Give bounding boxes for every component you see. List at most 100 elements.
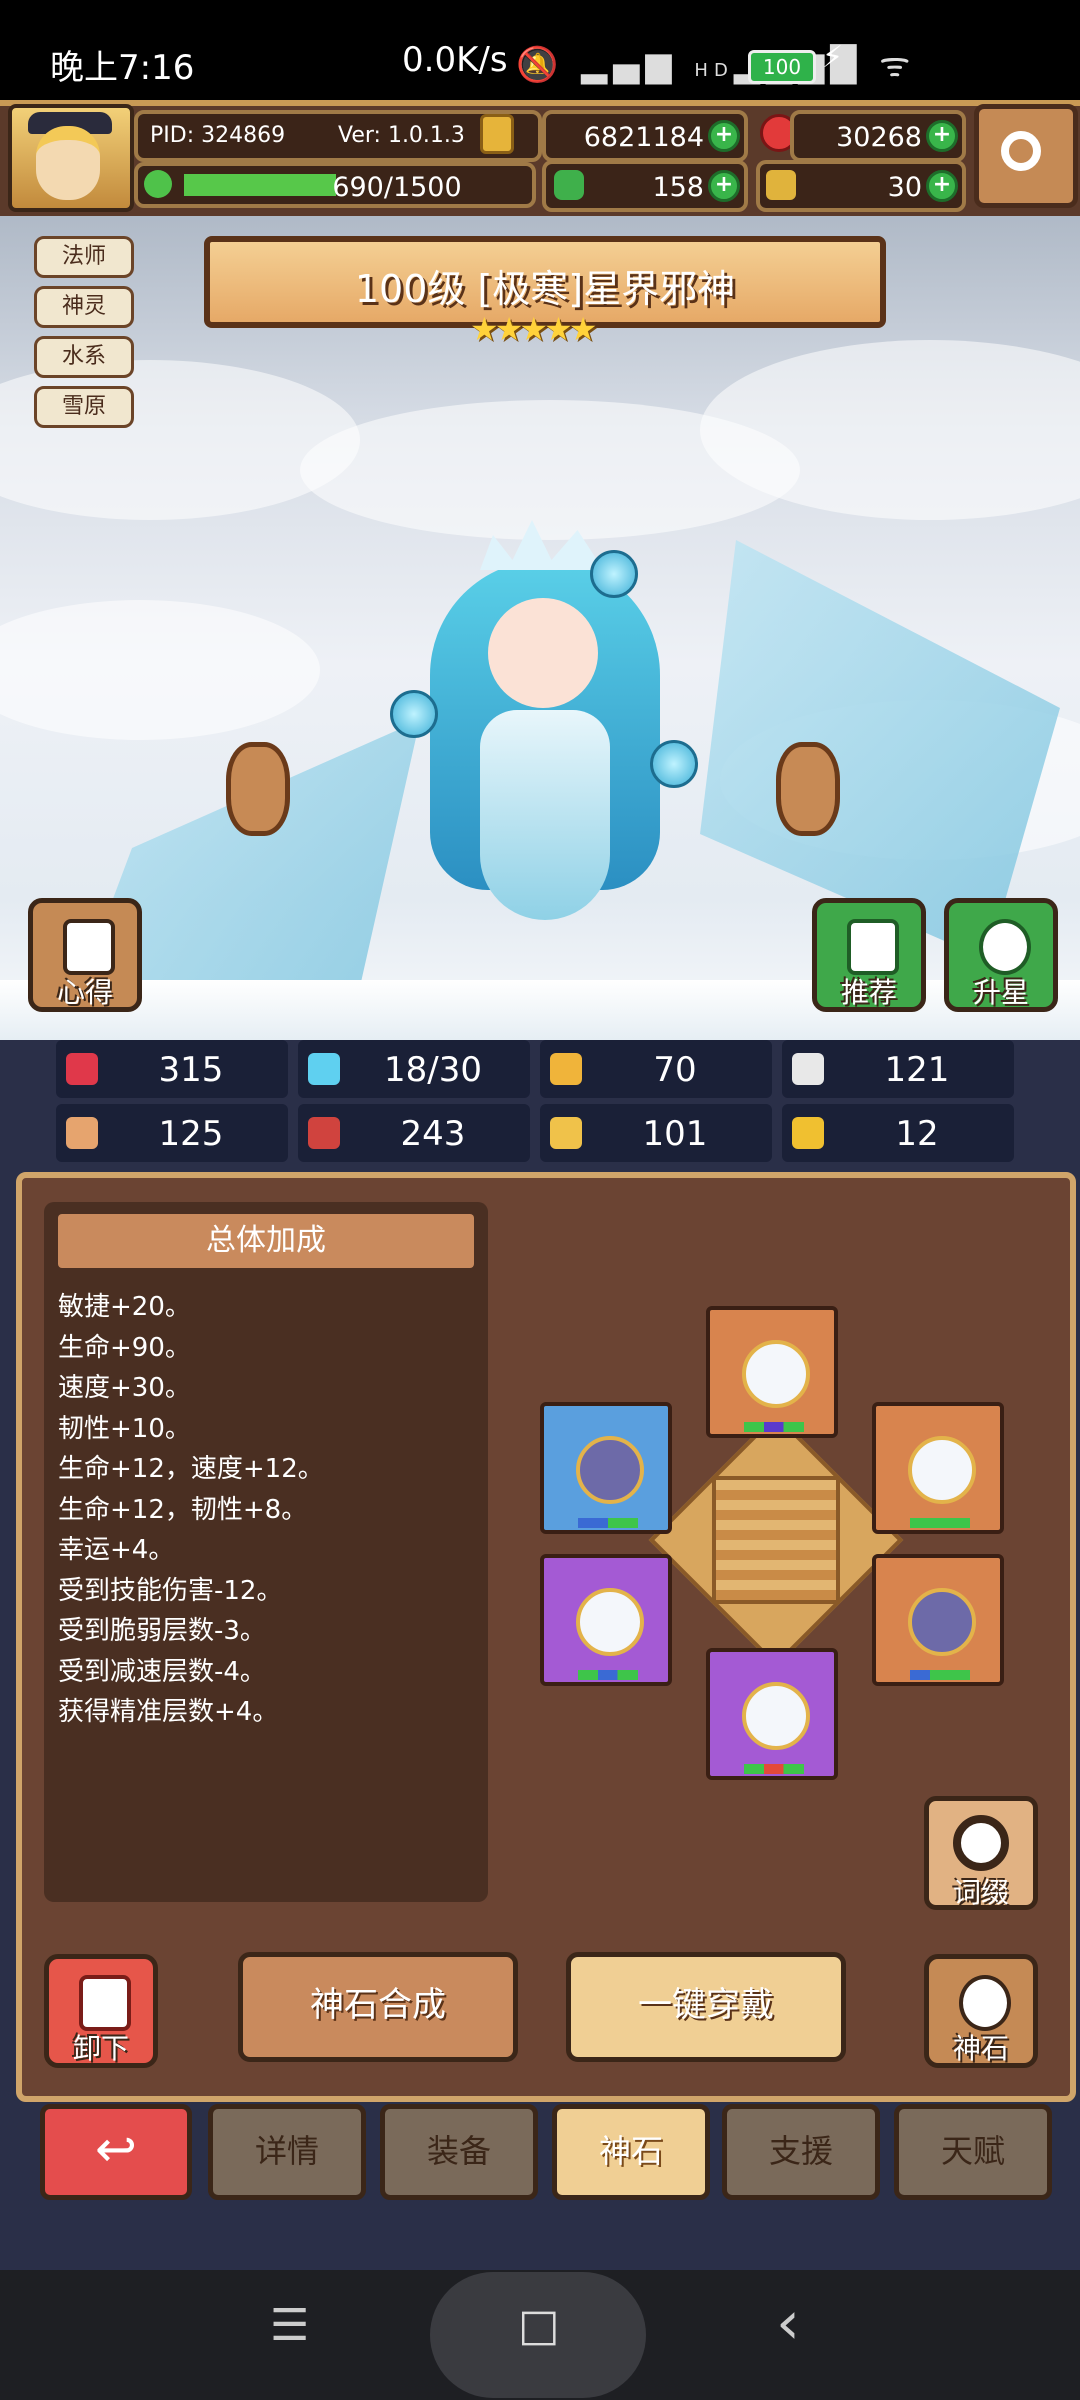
tab-support[interactable]: 支援 — [722, 2104, 880, 2200]
clover-value: 158 — [652, 172, 704, 203]
add-gem-icon[interactable]: + — [926, 120, 958, 152]
exp-bar: 690/1500 — [134, 162, 536, 208]
bonus-line: 敏捷+20。 — [58, 1292, 191, 1322]
tag-class: 法师 — [34, 236, 134, 278]
back-button[interactable]: ↩ — [40, 2104, 192, 2200]
key-counter: 30 + — [756, 160, 966, 212]
settings-button[interactable] — [974, 104, 1078, 208]
player-avatar[interactable] — [8, 104, 134, 212]
bonus-line: 生命+12，韧性+8。 — [58, 1494, 308, 1525]
bonus-line: 受到脆弱层数-3。 — [58, 1616, 266, 1646]
prev-hero-arrow[interactable] — [226, 742, 290, 836]
tag-element: 水系 — [34, 336, 134, 378]
gold-coin-icon — [480, 114, 514, 154]
star-rating: ★★★★★ — [470, 310, 597, 348]
equip-all-button[interactable]: 一键穿戴 — [566, 1952, 846, 2062]
gem-value: 30268 — [836, 122, 922, 153]
shield-icon — [550, 1053, 582, 1085]
key-value: 30 — [887, 172, 922, 203]
stat-heart: 315 — [56, 1040, 288, 1098]
charging-icon: ⚡ — [822, 40, 844, 75]
down-arrow-icon — [79, 1975, 131, 2031]
add-key-icon[interactable]: + — [926, 170, 958, 202]
stat-wing: 121 — [782, 1040, 1014, 1098]
stat-value: 70 — [653, 1050, 697, 1090]
gold-counter: 6821184 + — [542, 110, 748, 162]
stat-fist: 125 — [56, 1104, 288, 1162]
stat-book: 243 — [298, 1104, 530, 1162]
total-bonus-panel: 总体加成 敏捷+20。 生命+90。 速度+30。 韧性+10。 生命+12，速度+12… — [44, 1202, 488, 1902]
hero-sprite — [390, 520, 698, 1000]
tag-terrain: 雪原 — [34, 386, 134, 428]
wing-icon — [792, 1053, 824, 1085]
godstone-slot-right-bottom[interactable] — [872, 1554, 1004, 1686]
gear-icon — [1001, 131, 1041, 171]
stat-mana-drop: 18/30 — [298, 1040, 530, 1098]
stat-value: 121 — [884, 1050, 950, 1090]
star-icon — [979, 919, 1031, 975]
stat-value: 101 — [642, 1114, 708, 1154]
gem-counter: 30268 + — [790, 110, 966, 162]
recommend-button[interactable]: 推荐 — [812, 898, 926, 1012]
godstone-slot-bottom[interactable] — [706, 1648, 838, 1780]
stat-shield: 70 — [540, 1040, 772, 1098]
thumbs-up-icon — [847, 919, 899, 975]
bonus-line: 生命+12，速度+12。 — [58, 1454, 324, 1484]
status-bar: 晚上7:16 0.0K/s 🔕 ▂▄▆ HD▂▄▆█ ᯤ 100 ⚡ — [0, 0, 1080, 100]
notebook-icon — [63, 919, 115, 975]
godstone-slot-left-bottom[interactable] — [540, 1554, 672, 1686]
bonus-line: 韧性+10。 — [58, 1413, 191, 1444]
godstone-slot-top[interactable] — [706, 1306, 838, 1438]
add-gold-icon[interactable]: + — [708, 120, 740, 152]
affix-button[interactable]: 词缀 — [924, 1796, 1038, 1910]
godstone-button[interactable]: 神石 — [924, 1954, 1038, 2068]
tab-equipment[interactable]: 装备 — [380, 2104, 538, 2200]
tab-godstone[interactable]: 神石 — [552, 2104, 710, 2200]
gold-value: 6821184 — [583, 122, 704, 153]
hero-stats: 315 18/30 70 121 125 243 101 12 — [56, 1040, 1024, 1172]
bonus-line: 受到技能伤害-12。 — [58, 1575, 283, 1606]
star-up-button[interactable]: 升星 — [944, 898, 1058, 1012]
signal-icons: 🔕 ▂▄▆ HD▂▄▆█ ᯤ — [516, 45, 917, 85]
pid-label: PID: 324869 — [150, 123, 286, 148]
add-clover-icon[interactable]: + — [708, 170, 740, 202]
notes-button[interactable]: 心得 — [28, 898, 142, 1012]
battery-icon: 100 — [748, 50, 816, 84]
stairs-icon — [550, 1117, 582, 1149]
exp-icon — [144, 170, 172, 198]
tab-details[interactable]: 详情 — [208, 2104, 366, 2200]
clock: 晚上7:16 — [50, 48, 195, 88]
back-nav-icon[interactable]: ‹ — [776, 2288, 800, 2358]
magnifier-icon — [953, 1815, 1009, 1871]
total-bonus-header: 总体加成 — [58, 1214, 474, 1268]
bonus-line: 受到减速层数-4。 — [58, 1656, 266, 1687]
godstone-slot-right-top[interactable] — [872, 1402, 1004, 1534]
synthesize-button[interactable]: 神石合成 — [238, 1952, 518, 2062]
godstone-icon — [959, 1975, 1011, 2031]
godstone-slot-left-top[interactable] — [540, 1402, 672, 1534]
bonus-line: 幸运+4。 — [58, 1535, 175, 1565]
menu-icon[interactable]: ☰ — [270, 2300, 309, 2351]
home-icon: □ — [518, 2300, 560, 2351]
net-speed: 0.0K/s — [402, 40, 508, 80]
mana-drop-icon — [308, 1053, 340, 1085]
stat-value: 243 — [400, 1114, 466, 1154]
stat-stairs: 101 — [540, 1104, 772, 1162]
key-icon — [766, 170, 796, 200]
version-label: Ver: 1.0.1.3 — [338, 123, 465, 148]
book-icon — [308, 1117, 340, 1149]
bonus-line: 速度+30。 — [58, 1373, 191, 1403]
return-arrow-icon: ↩ — [95, 2120, 137, 2178]
tag-race: 神灵 — [34, 286, 134, 328]
stat-value: 125 — [158, 1114, 224, 1154]
hero-title: 100级 [极寒]星界邪神 — [354, 267, 736, 311]
clover-counter: 158 + — [542, 160, 748, 212]
unequip-button[interactable]: 卸下 — [44, 1954, 158, 2068]
stat-value: 12 — [895, 1114, 939, 1154]
tab-talent[interactable]: 天赋 — [894, 2104, 1052, 2200]
stat-horseshoe: 12 — [782, 1104, 1014, 1162]
bonus-line: 获得精准层数+4。 — [58, 1697, 279, 1727]
next-hero-arrow[interactable] — [776, 742, 840, 836]
clover-icon — [554, 170, 584, 200]
horseshoe-icon — [792, 1117, 824, 1149]
